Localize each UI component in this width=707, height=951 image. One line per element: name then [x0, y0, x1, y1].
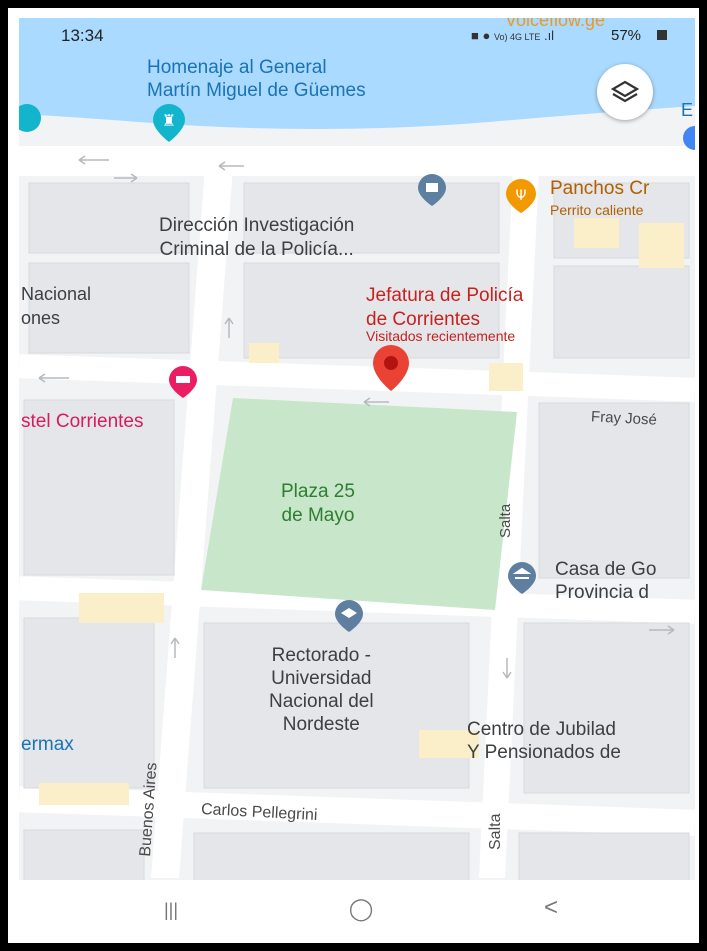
layers-button[interactable]	[597, 64, 653, 120]
jefatura-subtitle: Visitados recientemente	[366, 328, 516, 344]
rectorado-label[interactable]: Rectorado - Universidad Nacional del Nor…	[269, 644, 374, 736]
map-canvas[interactable]: ♜ Ψ	[19, 18, 695, 942]
street-fray-jose: Fray José	[590, 408, 658, 429]
road-costanera	[19, 146, 695, 176]
recents-button[interactable]: |||	[151, 900, 191, 921]
location-icon: ●	[482, 28, 491, 43]
battery-percent: 57%	[611, 27, 642, 44]
hostel-label[interactable]: stel Corrientes	[21, 411, 144, 433]
supermax-label[interactable]: ermax	[21, 734, 74, 756]
home-button[interactable]: ◯	[341, 896, 381, 922]
jubilados-label[interactable]: Centro de Jubilad Y Pensionados de	[467, 718, 621, 764]
edge-label-e: E	[681, 100, 694, 120]
signal-icon: .ıl	[543, 28, 555, 43]
svg-text:♜: ♜	[162, 111, 176, 130]
back-button[interactable]: <	[531, 894, 571, 922]
panchos-category: Perrito caliente	[550, 202, 644, 218]
navigation-bar: ||| ◯ <	[19, 880, 695, 942]
street-salta-lower: Salta	[487, 813, 504, 850]
battery-icon	[657, 30, 667, 40]
plaza-park	[201, 398, 517, 610]
phone-screen: ♜ Ψ 13:34 Voiceflow.ge ■ ● Vo) 4G LTE .ı…	[19, 18, 695, 942]
network-indicator: Vo) 4G LTE	[493, 32, 541, 42]
layers-icon	[610, 80, 640, 103]
panchos-name[interactable]: Panchos Cr	[550, 178, 649, 200]
status-bar: 13:34 Voiceflow.ge ■ ● Vo) 4G LTE .ıl 57…	[19, 18, 695, 54]
dic-police-label[interactable]: Dirección Investigación Criminal de la P…	[159, 214, 354, 262]
notification-icon: ■	[471, 28, 479, 43]
casa-gobierno-label[interactable]: Casa de Go Provincia d	[555, 558, 656, 604]
plaza-label[interactable]: Plaza 25 de Mayo	[281, 480, 355, 528]
svg-text:Ψ: Ψ	[515, 188, 526, 204]
jefatura-name[interactable]: Jefatura de Policía de Corrientes	[366, 284, 523, 332]
status-time: 13:34	[61, 26, 104, 45]
status-icons: ■ ● Vo) 4G LTE .ıl	[471, 28, 554, 43]
monument-label[interactable]: Homenaje al General Martín Miguel de Güe…	[147, 56, 366, 102]
nacional-label: Nacional ones	[21, 284, 92, 328]
street-salta-upper: Salta	[497, 503, 514, 538]
